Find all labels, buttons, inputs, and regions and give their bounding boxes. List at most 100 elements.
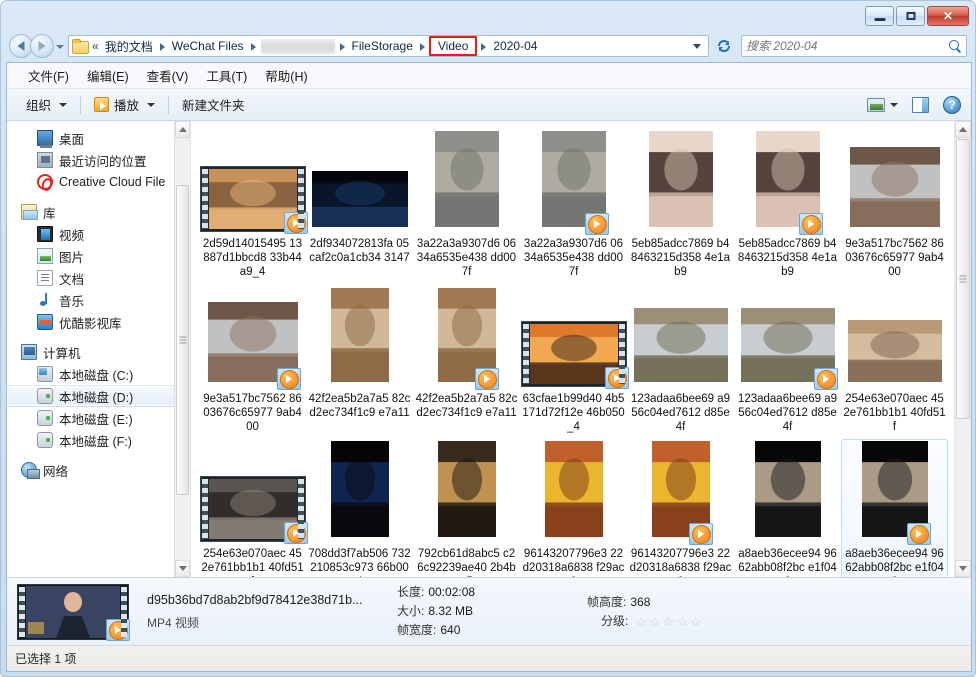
toolbar-separator [80, 95, 82, 114]
menu-view[interactable]: 查看(V) [138, 63, 198, 88]
chevron-down-icon[interactable] [890, 102, 898, 107]
sidebar-item-优酷影视库[interactable]: 优酷影视库 [7, 311, 190, 333]
preview-pane-icon[interactable] [912, 96, 929, 113]
file-tile[interactable]: 2d59d14015495 13887d1bbcd8 33b44a9_4 [199, 129, 308, 284]
sidebar-item-本地磁盘 (D:)[interactable]: 本地磁盘 (D:) [7, 385, 190, 407]
file-tile[interactable]: 5eb85adcc7869 b48463215d358 4e1ab9 [734, 129, 841, 284]
file-tile[interactable]: a8aeb36ecee94 9662abb08f2bc e1f046 [734, 439, 841, 577]
breadcrumb-separator-icon[interactable] [478, 39, 489, 53]
sidebar-item-本地磁盘 (E:)[interactable]: 本地磁盘 (E:) [7, 407, 190, 429]
file-tile[interactable]: 254e63e070aec 452e761bb1b1 40fd51f [199, 439, 308, 577]
new-folder-button[interactable]: 新建文件夹 [175, 91, 252, 118]
sidebar-scroll-down-button[interactable] [175, 560, 190, 577]
minimize-button[interactable] [865, 6, 894, 26]
sidebar-item-文档[interactable]: 文档 [7, 267, 190, 289]
sidebar-item-最近访问的位置[interactable]: 最近访问的位置 [7, 149, 190, 171]
breadcrumb-separator-icon[interactable] [417, 39, 428, 53]
file-tile[interactable]: 792cb61d8abc5 c26c92239ae40 2b4be5 [413, 439, 520, 577]
file-tile[interactable]: 2df934072813fa 05caf2c0a1cb34 3147 [306, 129, 413, 284]
file-tile[interactable]: 63cfae1b99d40 4b5171d72f12e 46b050_4 [520, 284, 629, 439]
breadcrumb-item-1[interactable]: WeChat Files [168, 36, 248, 56]
breadcrumb-item-video-highlighted[interactable]: Video [428, 36, 478, 56]
file-tile[interactable]: 123adaa6bee69 a956c04ed7612 d85e4f [734, 284, 841, 439]
sidebar-item-库[interactable]: 库 [7, 201, 190, 223]
breadcrumb-separator-icon[interactable] [157, 39, 168, 53]
breadcrumb-overflow[interactable]: « [90, 36, 101, 56]
refresh-button[interactable] [711, 35, 737, 57]
close-button[interactable]: ✕ [927, 6, 969, 26]
file-tile[interactable]: a8aeb36ecee94 9662abb08f2bc e1f046 [841, 439, 948, 577]
menu-tools[interactable]: 工具(T) [197, 63, 256, 88]
sidebar-item-音乐[interactable]: 音乐 [7, 289, 190, 311]
file-scroll-down-button[interactable] [955, 560, 971, 577]
thumbnail-image [330, 441, 389, 537]
nav-group-1: 库视频图片文档 音乐 优酷影视库 [7, 201, 190, 333]
computer-icon [21, 344, 37, 360]
sidebar-scroll-thumb[interactable] [176, 185, 189, 495]
recent-pages-dropdown[interactable] [54, 34, 65, 58]
change-view-icon[interactable] [867, 97, 885, 112]
breadcrumb-separator-icon[interactable] [248, 39, 259, 53]
file-scroll-thumb[interactable] [956, 139, 970, 419]
file-tile[interactable]: 96143207796e3 22d20318a6838 f29ac6 [520, 439, 627, 577]
star-icon[interactable]: ☆ [690, 612, 702, 631]
sidebar-item-Creative Cloud File[interactable]: Creative Cloud File [7, 171, 190, 193]
file-thumbnail [207, 302, 301, 390]
file-thumbnail-wrap [520, 289, 629, 389]
file-tile[interactable]: 708dd3f7ab506 732210853c973 66b004 [306, 439, 413, 577]
sidebar-scrollbar[interactable] [174, 121, 190, 577]
file-tile[interactable]: 9e3a517bc7562 8603676c65977 9ab400 [199, 284, 306, 439]
thumbnail-image [434, 131, 499, 227]
sidebar-item-本地磁盘 (F:)[interactable]: 本地磁盘 (F:) [7, 429, 190, 451]
star-icon[interactable]: ☆ [635, 612, 647, 631]
video-badge-icon [688, 523, 713, 545]
menu-edit[interactable]: 编辑(E) [78, 63, 138, 88]
file-list-pane[interactable]: 2d59d14015495 13887d1bbcd8 33b44a9_4 2df9… [191, 121, 971, 577]
file-pane-scrollbar[interactable] [954, 121, 971, 577]
file-tile[interactable]: 42f2ea5b2a7a5 82cd2ec734f1c9 e7a11 [306, 284, 413, 439]
file-tile[interactable]: 5eb85adcc7869 b48463215d358 4e1ab9 [627, 129, 734, 284]
file-name: 254e63e070aec 452e761bb1b1 40fd51f [843, 393, 946, 433]
toolbar-separator [168, 95, 170, 114]
sidebar-item-图片[interactable]: 图片 [7, 245, 190, 267]
sidebar-item-label: 图片 [59, 250, 85, 265]
breadcrumb-separator-icon[interactable] [337, 39, 348, 53]
forward-button[interactable] [30, 34, 54, 58]
rating-stars[interactable]: ☆ ☆ ☆ ☆ ☆ [635, 612, 701, 631]
sidebar-scroll-up-button[interactable] [175, 121, 190, 138]
star-icon[interactable]: ☆ [649, 612, 661, 631]
breadcrumb-item-5[interactable]: 2020-04 [489, 36, 541, 56]
star-icon[interactable]: ☆ [676, 612, 688, 631]
file-thumbnail [861, 441, 931, 545]
menu-help[interactable]: 帮助(H) [256, 63, 316, 88]
star-icon[interactable]: ☆ [663, 612, 675, 631]
menu-file[interactable]: 文件(F) [19, 63, 78, 88]
sidebar-item-桌面[interactable]: 桌面 [7, 127, 190, 149]
sidebar-item-本地磁盘 (C:)[interactable]: 本地磁盘 (C:) [7, 363, 190, 385]
breadcrumb-item-0[interactable]: 我的文档 [101, 36, 157, 56]
sidebar-item-网络[interactable]: 网络 [7, 459, 190, 481]
organize-button[interactable]: 组织 [19, 91, 74, 118]
help-icon[interactable]: ? [943, 95, 961, 114]
play-button[interactable]: 播放 [87, 91, 162, 118]
sidebar-item-视频[interactable]: 视频 [7, 223, 190, 245]
file-tile[interactable]: 3a22a3a9307d6 0634a6535e438 dd007f [413, 129, 520, 284]
creative-cloud-icon [37, 174, 53, 190]
search-box[interactable] [741, 35, 967, 57]
file-tile[interactable]: 3a22a3a9307d6 0634a6535e438 dd007f [520, 129, 627, 284]
file-tile[interactable]: 9e3a517bc7562 8603676c65977 9ab400 [841, 129, 948, 284]
maximize-button[interactable] [896, 6, 925, 26]
search-input[interactable] [746, 39, 948, 53]
sidebar-item-计算机[interactable]: 计算机 [7, 341, 190, 363]
file-tile[interactable]: 96143207796e3 22d20318a6838 f29ac6 [627, 439, 734, 577]
address-dropdown-icon[interactable] [688, 36, 706, 56]
details-frameheight-value: 368 [630, 594, 651, 609]
file-tile[interactable]: 42f2ea5b2a7a5 82cd2ec734f1c9 e7a11 [413, 284, 520, 439]
file-scroll-up-button[interactable] [955, 121, 971, 138]
details-field-framewidth: 帧宽度: 640 [397, 621, 587, 640]
file-tile[interactable]: 254e63e070aec 452e761bb1b1 40fd51f [841, 284, 948, 439]
address-bar[interactable]: « 我的文档 WeChat Files FileStorage Video 20… [68, 35, 709, 57]
file-tile[interactable]: 123adaa6bee69 a956c04ed7612 d85e4f [627, 284, 734, 439]
breadcrumb-item-3[interactable]: FileStorage [348, 36, 417, 56]
breadcrumb-item-2-blurred[interactable] [260, 38, 335, 54]
